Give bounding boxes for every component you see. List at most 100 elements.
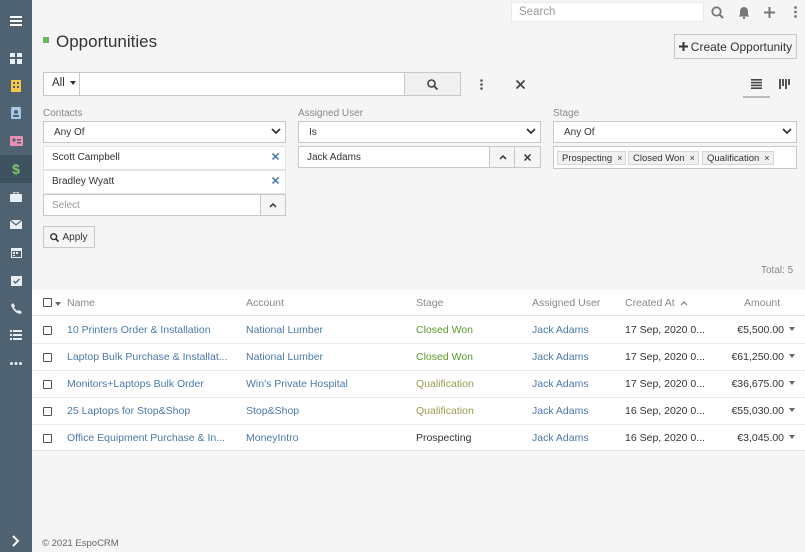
contacts-icon[interactable] [0,99,32,127]
chevron-down-icon [782,128,792,135]
assigned-user-link[interactable]: Jack Adams [532,324,589,336]
tasks-icon[interactable] [0,321,32,349]
apply-button-label: Apply [62,231,88,243]
assigned-user-select-button[interactable] [489,146,516,168]
row-actions-caret-icon[interactable] [789,408,795,412]
row-actions-caret-icon[interactable] [789,435,795,439]
contacts-select-input[interactable]: Select [43,194,262,216]
assigned-user-input[interactable]: Jack Adams [298,146,491,168]
calls-icon[interactable] [0,294,32,322]
accounts-icon[interactable] [0,72,32,100]
opportunities-icon[interactable]: $ [0,155,32,183]
assigned-user-link[interactable]: Jack Adams [532,405,589,417]
column-header-name[interactable]: Name [67,297,95,309]
stage-tag-label: Closed Won [633,153,685,164]
created-at-value: 16 Sep, 2020 0... [625,432,705,444]
table-row: 10 Printers Order & Installation Nationa… [32,317,805,344]
account-link[interactable]: MoneyIntro [246,432,406,444]
remove-tag-icon[interactable]: × [617,153,622,163]
account-link[interactable]: National Lumber [246,351,406,363]
assigned-user-link[interactable]: Jack Adams [532,378,589,390]
stage-value: Prospecting [416,432,472,444]
text-filter-input[interactable] [79,72,406,96]
opportunities-table: Name Account Stage Assigned User Created… [32,290,805,451]
amount-value: €3,045.00 [737,432,784,444]
caret-down-icon[interactable] [55,302,61,306]
caret-down-icon [69,80,76,85]
table-row: Office Equipment Purchase & In... MoneyI… [32,425,805,452]
contacts-operator-select[interactable]: Any Of [43,121,286,143]
row-checkbox[interactable] [43,407,52,416]
more-icon[interactable] [0,349,32,377]
amount-value: €55,030.00 [731,405,784,417]
column-header-account[interactable]: Account [246,297,284,309]
opportunity-name-link[interactable]: Monitors+Laptops Bulk Order [67,378,237,390]
remove-contact-icon[interactable] [272,177,279,184]
stage-value: Qualification [416,405,474,417]
search-icon [50,232,60,242]
plus-icon [678,42,688,51]
account-link[interactable]: National Lumber [246,324,406,336]
stage-operator-select[interactable]: Any Of [553,121,797,143]
opportunity-name-link[interactable]: 25 Laptops for Stop&Shop [67,405,237,417]
account-link[interactable]: Win's Private Hospital [246,378,406,390]
assigned-user-clear-button[interactable] [514,146,541,168]
search-icon[interactable] [709,4,725,20]
assigned-user-operator-select[interactable]: Is [298,121,541,143]
cases-icon[interactable] [0,183,32,211]
list-view-icon[interactable] [743,72,770,98]
kebab-menu-icon[interactable] [787,4,803,20]
expand-icon[interactable] [0,527,32,552]
menu-icon[interactable] [0,7,32,35]
assigned-user-link[interactable]: Jack Adams [532,351,589,363]
row-checkbox[interactable] [43,353,52,362]
contacts-select-button[interactable] [260,194,286,216]
stage-operator-value: Any Of [564,127,595,138]
filter-options-kebab-icon[interactable] [473,76,489,92]
chevron-up-icon [269,202,277,208]
row-checkbox[interactable] [43,380,52,389]
row-actions-caret-icon[interactable] [789,327,795,331]
assigned-user-filter-label: Assigned User [298,108,364,119]
calendar-icon[interactable] [0,238,32,266]
row-checkbox[interactable] [43,326,52,335]
contacts-value-label: Scott Campbell [52,152,120,163]
stage-multiselect[interactable]: Prospecting × Closed Won × Qualification × [553,146,797,169]
bell-icon[interactable] [736,4,752,20]
kanban-view-icon[interactable] [773,72,795,96]
account-link[interactable]: Stop&Shop [246,405,406,417]
stage-value: Closed Won [416,351,474,363]
remove-tag-icon[interactable]: × [764,153,769,163]
column-header-amount[interactable]: Amount [744,297,780,309]
global-search-input[interactable]: Search [511,2,704,22]
dashboard-icon[interactable] [0,44,32,72]
row-checkbox[interactable] [43,434,52,443]
column-header-stage[interactable]: Stage [416,297,443,309]
remove-tag-icon[interactable]: × [690,153,695,163]
plus-icon[interactable] [761,4,777,20]
created-at-value: 17 Sep, 2020 0... [625,351,705,363]
create-opportunity-label: Create Opportunity [690,39,793,54]
scope-select[interactable]: All [43,72,80,96]
assigned-user-link[interactable]: Jack Adams [532,432,589,444]
apply-button[interactable]: Apply [43,226,95,248]
opportunity-name-link[interactable]: Office Equipment Purchase & In... [67,432,237,444]
create-opportunity-button[interactable]: Create Opportunity [674,34,797,59]
leads-icon[interactable] [0,127,32,155]
opportunity-name-link[interactable]: 10 Printers Order & Installation [67,324,237,336]
column-header-assigned-user[interactable]: Assigned User [532,297,600,309]
amount-value: €5,500.00 [737,324,784,336]
select-all-checkbox[interactable] [43,298,52,307]
opportunity-name-link[interactable]: Laptop Bulk Purchase & Installat... [67,351,237,363]
chevron-down-icon [271,128,281,135]
table-row: Laptop Bulk Purchase & Installat... Nati… [32,344,805,371]
reset-filters-close-icon[interactable] [512,76,528,92]
meetings-icon[interactable] [0,266,32,294]
email-icon[interactable] [0,210,32,238]
search-button[interactable] [404,72,461,96]
contacts-operator-value: Any Of [54,127,85,138]
row-actions-caret-icon[interactable] [789,354,795,358]
row-actions-caret-icon[interactable] [789,381,795,385]
remove-contact-icon[interactable] [272,153,279,160]
column-header-created-at[interactable]: Created At [625,297,688,309]
